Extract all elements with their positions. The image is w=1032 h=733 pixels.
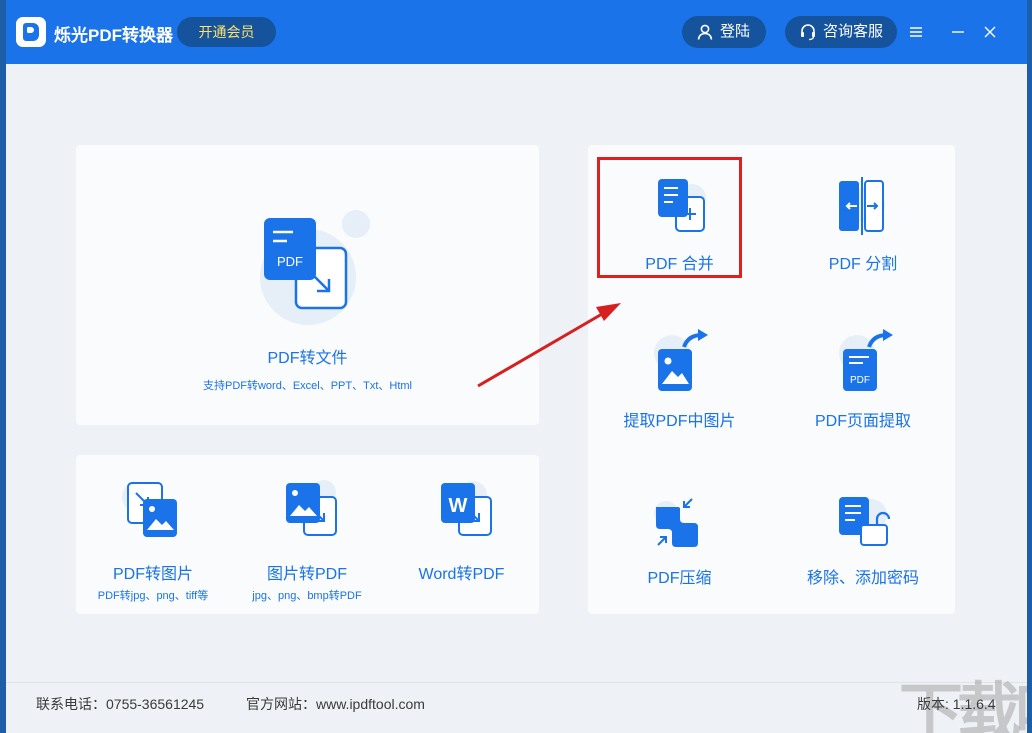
customer-service-button[interactable]: 咨询客服 [785,16,897,48]
lock-icon [839,497,891,546]
login-button[interactable]: 登陆 [682,16,766,48]
image-to-pdf-card[interactable]: 图片转PDF jpg、png、bmp转PDF [230,455,384,614]
version-label: 版本: 1.1.6.4 [917,696,996,712]
word-to-pdf-icon: W [441,481,492,536]
app-title: 烁光PDF转换器 [54,26,173,45]
footer-divider [6,682,1027,683]
contact-phone: 联系电话：0755-36561245 [36,696,205,712]
pdf-to-image-subtitle: PDF转jpg、png、tiff等 [97,590,209,602]
pdf-to-file-subtitle: 支持PDF转word、Excel、PPT、Txt、Html [202,380,412,392]
highlight-box [597,157,742,278]
user-icon [697,24,713,40]
page-extract-tool[interactable]: PDF PDF页面提取 [771,301,955,458]
pdf-split-tool[interactable]: PDF 分割 [771,145,955,301]
menu-icon[interactable] [904,20,928,44]
conversion-card-group: PDF转图片 PDF转jpg、png、tiff等 图片转PDF jpg、png、… [76,455,539,614]
image-to-pdf-title: 图片转PDF [266,566,347,583]
pdf-to-image-icon [122,482,177,537]
word-icon-text: W [449,495,468,517]
pdf-to-file-card[interactable]: PDF PDF转文件 支持PDF转word、Excel、PPT、Txt、Html [76,145,539,425]
password-tool[interactable]: 移除、添加密码 [771,458,955,614]
extract-images-tool[interactable]: 提取PDF中图片 [588,301,771,458]
pdf-to-image-title: PDF转图片 [112,566,193,583]
title-bar: 烁光PDF转换器 开通会员 登陆 咨询客服 [6,0,1027,64]
pdf-compress-icon [654,498,698,547]
pdf-split-icon [839,177,885,235]
password-title: 移除、添加密码 [806,570,919,587]
pdf-to-image-card[interactable]: PDF转图片 PDF转jpg、png、tiff等 [76,455,230,614]
official-website[interactable]: 官方网站：www.ipdftool.com [246,694,425,714]
word-to-pdf-title: Word转PDF [418,566,505,583]
image-to-pdf-icon [286,480,337,536]
app-logo-icon [16,17,46,47]
page-extract-icon: PDF [839,329,893,391]
page-extract-icon-text: PDF [850,375,870,386]
extract-images-icon [654,329,708,391]
page-extract-title: PDF页面提取 [814,413,911,430]
minimize-icon[interactable] [946,20,970,44]
app-window: 烁光PDF转换器 开通会员 登陆 咨询客服 PDF PDF转文件 支持PDF转w… [6,0,1027,733]
close-icon[interactable] [978,20,1002,44]
pdf-to-file-title: PDF转文件 [267,350,348,367]
image-to-pdf-subtitle: jpg、png、bmp转PDF [252,590,362,602]
headset-icon [801,24,815,41]
word-to-pdf-card[interactable]: W Word转PDF [384,455,539,614]
pdf-icon-text: PDF [277,254,303,269]
pdf-compress-tool[interactable]: PDF压缩 [588,458,771,614]
customer-service-label: 咨询客服 [823,23,884,40]
pdf-split-title: PDF 分割 [828,256,898,273]
login-label: 登陆 [720,23,751,40]
extract-images-title: 提取PDF中图片 [623,413,736,430]
pdf-to-file-icon: PDF [260,210,370,325]
vip-button[interactable]: 开通会员 [177,17,276,47]
pdf-compress-title: PDF压缩 [647,570,712,587]
